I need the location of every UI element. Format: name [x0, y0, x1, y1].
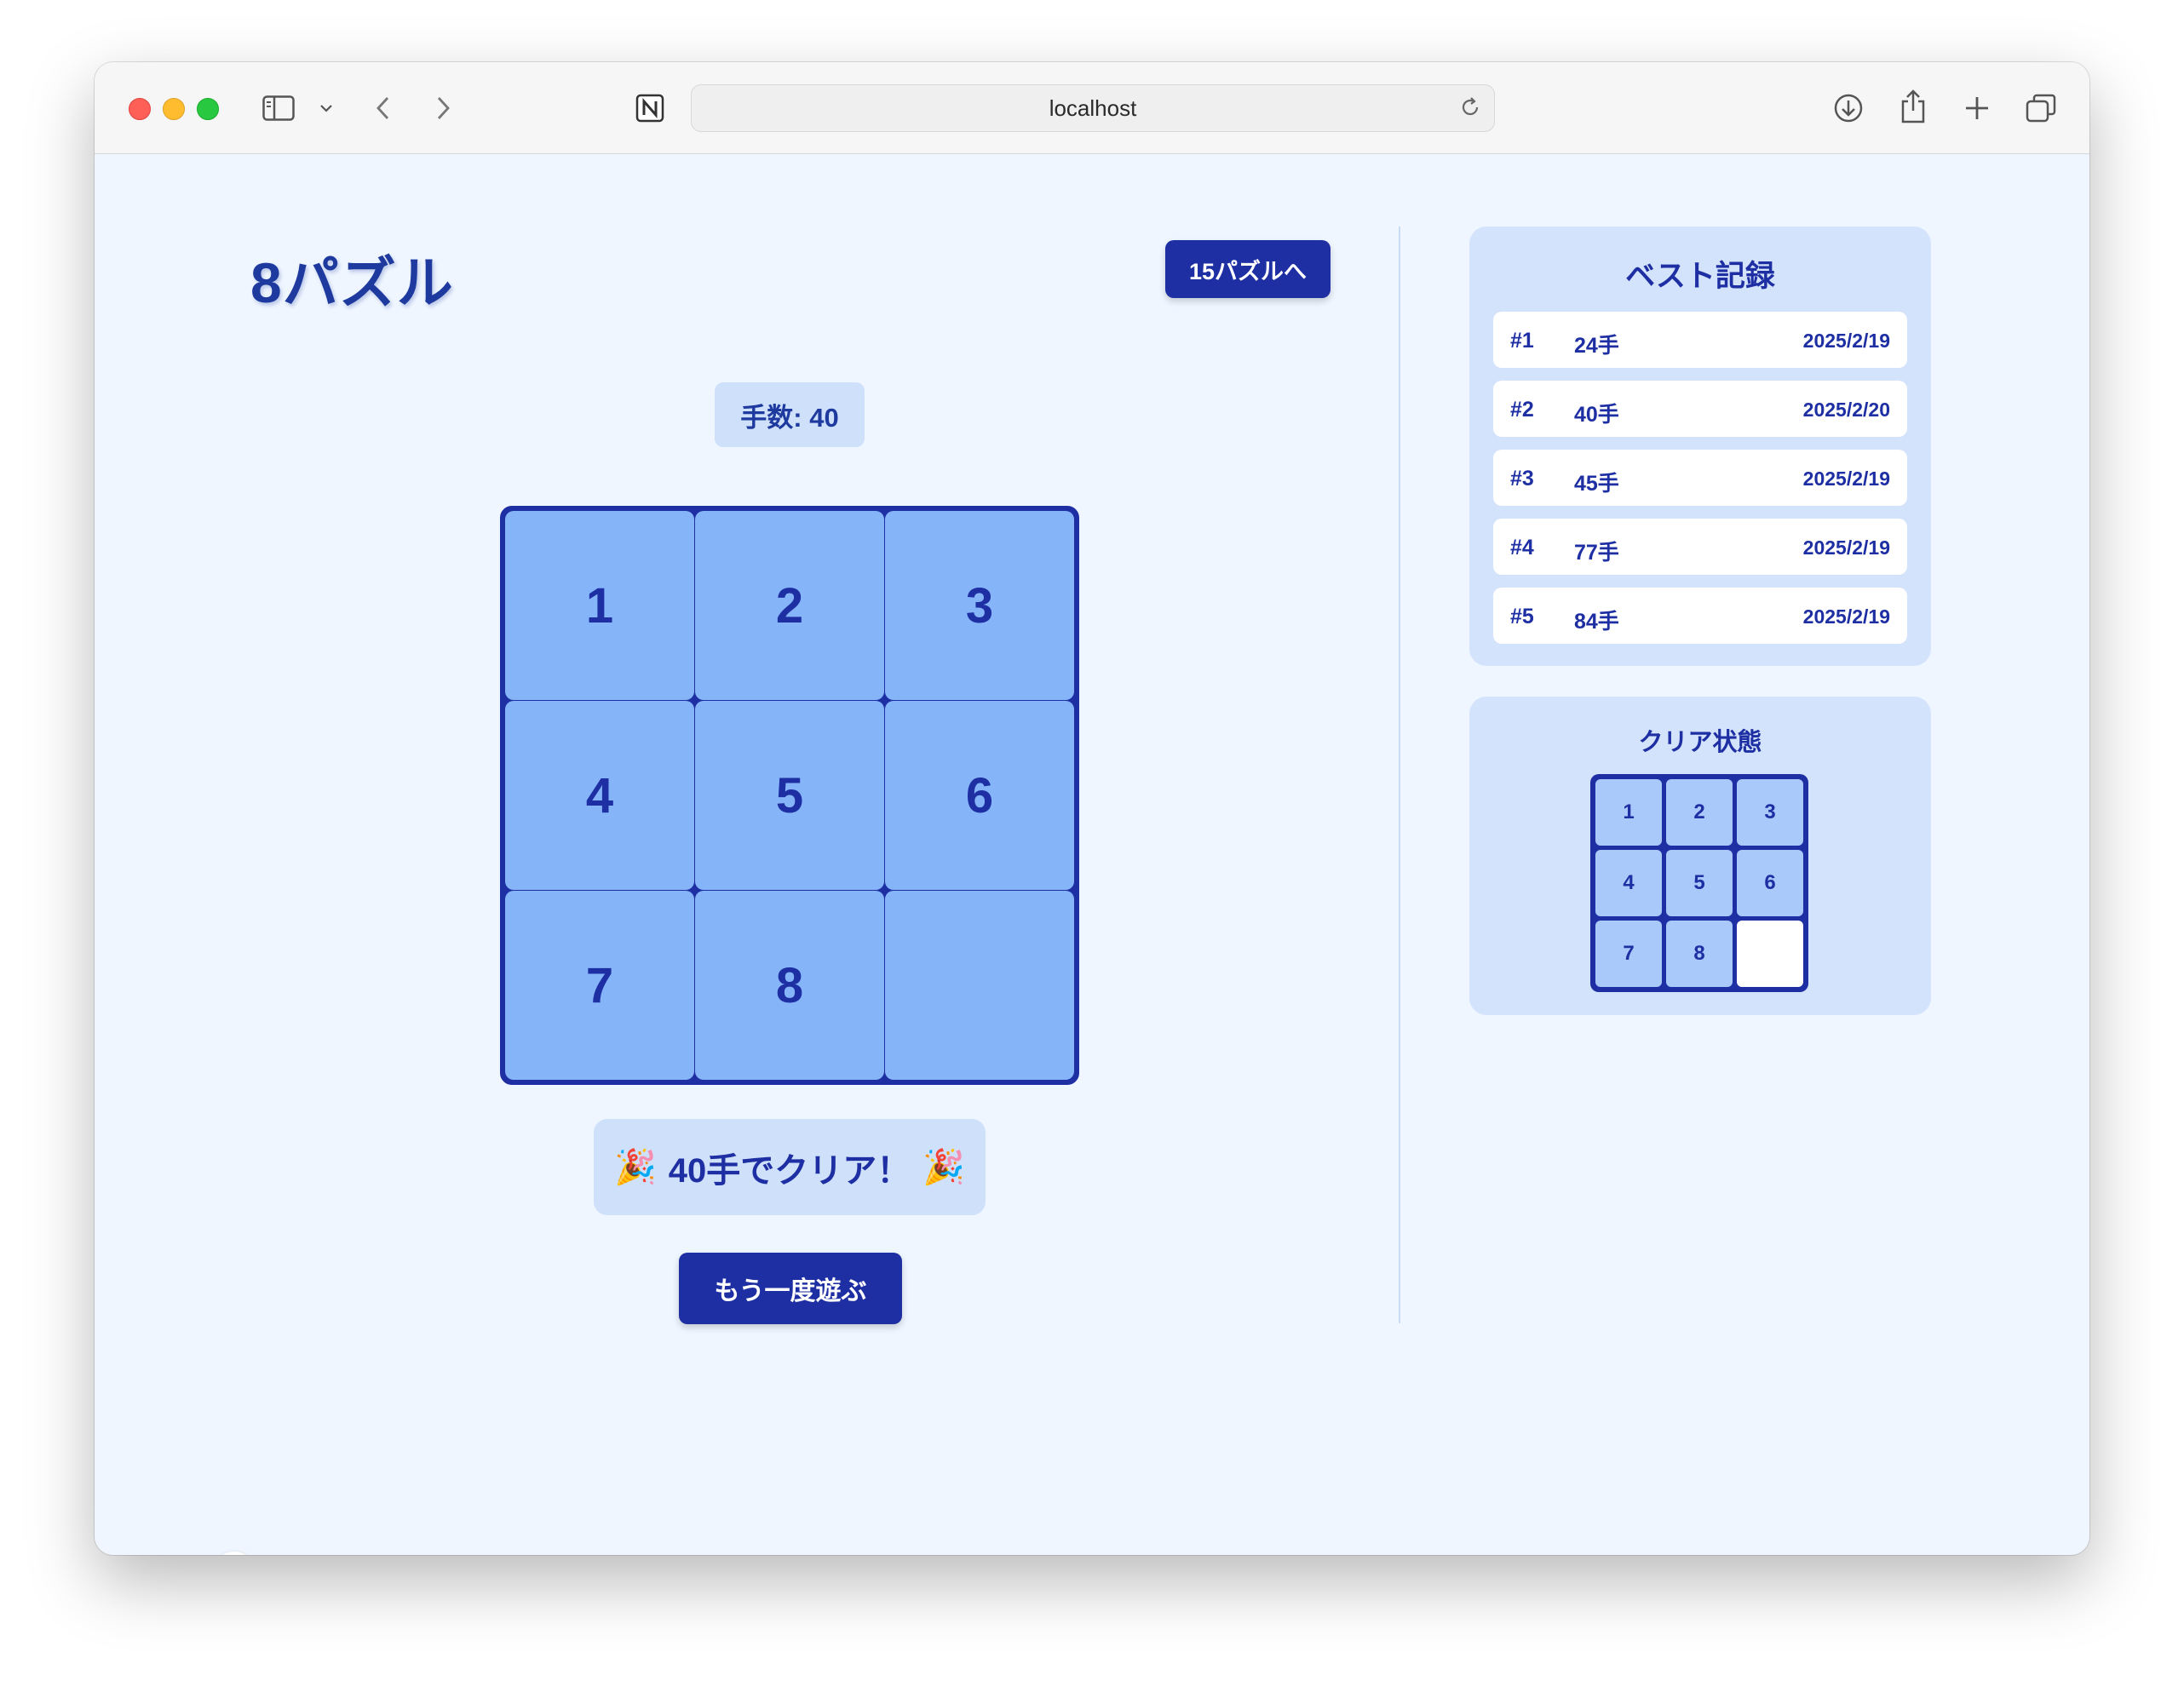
url-text: localhost: [1049, 95, 1137, 121]
mini-empty-tile: [1737, 921, 1803, 987]
back-icon[interactable]: [371, 93, 396, 123]
puzzle-tile[interactable]: 1: [505, 511, 694, 700]
record-moves: 45手: [1574, 472, 1619, 496]
clear-state-panel: クリア状態 1 2 3 4 5 6 7 8: [1469, 697, 1931, 1015]
clear-message-banner: 🎉 40手でクリア！ 🎉: [594, 1119, 986, 1215]
record-row: #5 84手 2025/2/19: [1493, 588, 1907, 644]
record-rank: #5: [1510, 605, 1534, 628]
download-icon[interactable]: [1831, 91, 1865, 125]
record-moves: 24手: [1574, 334, 1619, 358]
record-row: #2 40手 2025/2/20: [1493, 381, 1907, 437]
party-popper-icon: 🎉: [613, 1149, 657, 1186]
mini-tile: 8: [1666, 921, 1733, 987]
record-rank: #1: [1510, 329, 1534, 353]
play-again-button[interactable]: もう一度遊ぶ: [679, 1253, 902, 1324]
notion-icon[interactable]: [633, 91, 667, 125]
reload-icon[interactable]: [1458, 95, 1482, 119]
record-date: 2025/2/19: [1802, 468, 1890, 490]
record-row: #1 24手 2025/2/19: [1493, 312, 1907, 368]
forward-icon[interactable]: [430, 93, 456, 123]
record-rank: #4: [1510, 536, 1534, 559]
puzzle-board: 1 2 3 4 5 6 7 8: [500, 506, 1079, 1085]
share-icon[interactable]: [1896, 88, 1930, 125]
column-divider: [1399, 227, 1400, 1323]
puzzle-tile[interactable]: 2: [695, 511, 884, 700]
browser-window: localhost 8パズル 15パズルへ 手数: 40 1 2 3 4 5 6: [95, 62, 2089, 1555]
puzzle-tile[interactable]: 4: [505, 701, 694, 890]
record-date: 2025/2/19: [1802, 330, 1890, 352]
mini-tile: 2: [1666, 779, 1733, 846]
best-records-panel: ベスト記録 #1 24手 2025/2/19 #2 40手 2025/2/20 …: [1469, 227, 1931, 666]
puzzle-tile[interactable]: 5: [695, 701, 884, 890]
puzzle-tile[interactable]: 3: [885, 511, 1074, 700]
clear-state-grid: 1 2 3 4 5 6 7 8: [1590, 774, 1808, 992]
record-row: #3 45手 2025/2/19: [1493, 450, 1907, 506]
record-rank: #3: [1510, 467, 1534, 491]
minimize-window-button[interactable]: [163, 98, 185, 120]
maximize-window-button[interactable]: [197, 98, 219, 120]
clear-state-title: クリア状態: [1638, 729, 1762, 756]
close-window-button[interactable]: [129, 98, 151, 120]
empty-tile[interactable]: [885, 891, 1074, 1080]
record-date: 2025/2/20: [1802, 399, 1890, 421]
page-content: 8パズル 15パズルへ 手数: 40 1 2 3 4 5 6 7 8 🎉 40手…: [95, 154, 2089, 1555]
record-date: 2025/2/19: [1802, 536, 1890, 559]
mini-tile: 5: [1666, 850, 1733, 916]
new-tab-icon[interactable]: [1960, 91, 1994, 125]
chevron-down-icon[interactable]: [318, 100, 335, 117]
record-moves: 84手: [1574, 610, 1619, 634]
mini-tile: 3: [1737, 779, 1803, 846]
sidebar-toggle-icon[interactable]: [262, 93, 296, 123]
move-counter: 手数: 40: [715, 382, 865, 447]
tab-overview-icon[interactable]: [2023, 91, 2059, 125]
page-title: 8パズル: [250, 251, 454, 314]
clear-message-text: 40手でクリア！: [668, 1151, 911, 1190]
party-popper-icon: 🎉: [922, 1149, 966, 1186]
mini-tile: 1: [1595, 779, 1662, 846]
browser-toolbar: localhost: [95, 62, 2089, 154]
mini-tile: 6: [1737, 850, 1803, 916]
switch-15-puzzle-button[interactable]: 15パズルへ: [1165, 240, 1331, 298]
address-bar[interactable]: localhost: [691, 84, 1495, 132]
puzzle-tile[interactable]: 6: [885, 701, 1074, 890]
mini-tile: 7: [1595, 921, 1662, 987]
puzzle-tile[interactable]: 8: [695, 891, 884, 1080]
record-row: #4 77手 2025/2/19: [1493, 519, 1907, 575]
record-moves: 40手: [1574, 403, 1619, 427]
record-date: 2025/2/19: [1802, 605, 1890, 628]
record-rank: #2: [1510, 398, 1534, 422]
best-records-title: ベスト記録: [1625, 260, 1775, 293]
puzzle-tile[interactable]: 7: [505, 891, 694, 1080]
record-moves: 77手: [1574, 541, 1619, 565]
mini-tile: 4: [1595, 850, 1662, 916]
